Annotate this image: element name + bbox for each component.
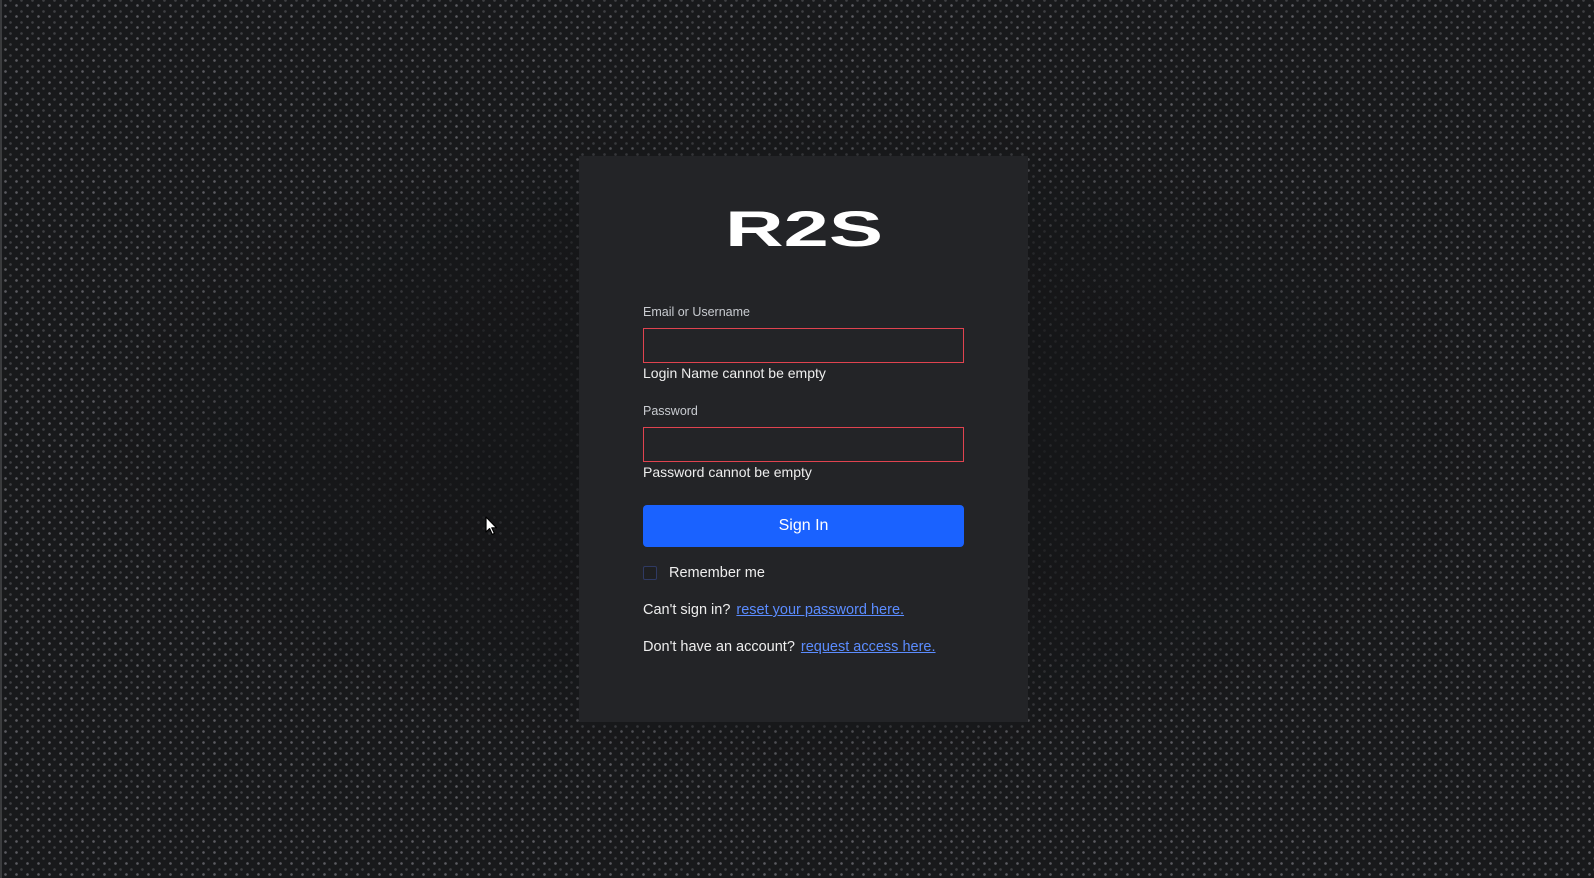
request-access-line: Don't have an account? request access her…	[643, 639, 936, 655]
reset-prompt: Can't sign in?	[643, 602, 731, 618]
password-field[interactable]	[643, 427, 964, 462]
reset-password-link[interactable]: reset your password here.	[736, 602, 904, 618]
remember-me-checkbox[interactable]	[643, 566, 657, 580]
reset-password-line: Can't sign in? reset your password here.	[643, 602, 904, 618]
logo-text: R2S	[725, 208, 883, 250]
remember-me-row[interactable]: Remember me	[643, 565, 765, 581]
password-label: Password	[643, 404, 698, 418]
brand-logo: R2S	[579, 208, 1028, 250]
login-page: R2S Email or Username Login Name cannot …	[0, 0, 1594, 878]
login-card: R2S Email or Username Login Name cannot …	[579, 156, 1028, 722]
email-error-message: Login Name cannot be empty	[643, 365, 826, 381]
password-error-message: Password cannot be empty	[643, 464, 812, 480]
cursor-arrow-icon	[485, 516, 499, 541]
request-access-prompt: Don't have an account?	[643, 639, 795, 655]
remember-me-label: Remember me	[669, 565, 765, 581]
email-label: Email or Username	[643, 305, 750, 319]
window-edge	[0, 0, 2, 878]
r2s-logo-icon: R2S	[725, 208, 883, 250]
request-access-link[interactable]: request access here.	[801, 639, 936, 655]
sign-in-button[interactable]: Sign In	[643, 505, 964, 547]
email-field[interactable]	[643, 328, 964, 363]
